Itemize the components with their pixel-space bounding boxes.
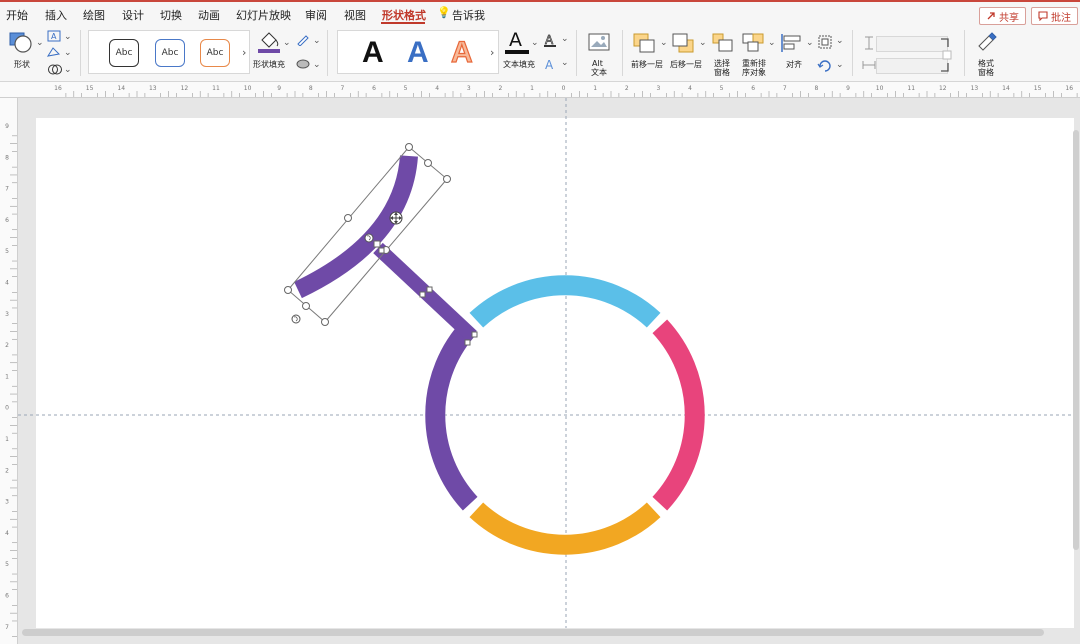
- arc-orange[interactable]: [469, 502, 661, 555]
- stem-handle-end[interactable]: [471, 331, 478, 338]
- stem-handle[interactable]: [378, 247, 385, 254]
- rotate-handle[interactable]: [364, 233, 374, 243]
- resize-handle[interactable]: [302, 302, 310, 310]
- arc-pink[interactable]: [652, 319, 705, 511]
- resize-handle[interactable]: [344, 214, 352, 222]
- move-cursor-icon: [389, 211, 403, 225]
- resize-handle[interactable]: [284, 286, 292, 294]
- slide-content: [18, 98, 1074, 628]
- horizontal-scrollbar[interactable]: [22, 629, 1044, 636]
- resize-handle[interactable]: [443, 175, 451, 183]
- stem-handle[interactable]: [419, 291, 426, 298]
- stem-handle-start[interactable]: [373, 240, 381, 248]
- vertical-scrollbar[interactable]: [1073, 130, 1079, 550]
- resize-handle[interactable]: [424, 159, 432, 167]
- rotate-handle[interactable]: [291, 314, 301, 324]
- stem-handle[interactable]: [426, 286, 433, 293]
- stem-handle[interactable]: [464, 339, 471, 346]
- powerpoint-window: 开始 插入 绘图 设计 切换 动画 幻灯片放映 审阅 视图 形状格式 💡 告诉我…: [0, 0, 1080, 644]
- resize-handle[interactable]: [321, 318, 329, 326]
- arc-blue[interactable]: [469, 275, 661, 328]
- resize-handle-top[interactable]: [405, 143, 413, 151]
